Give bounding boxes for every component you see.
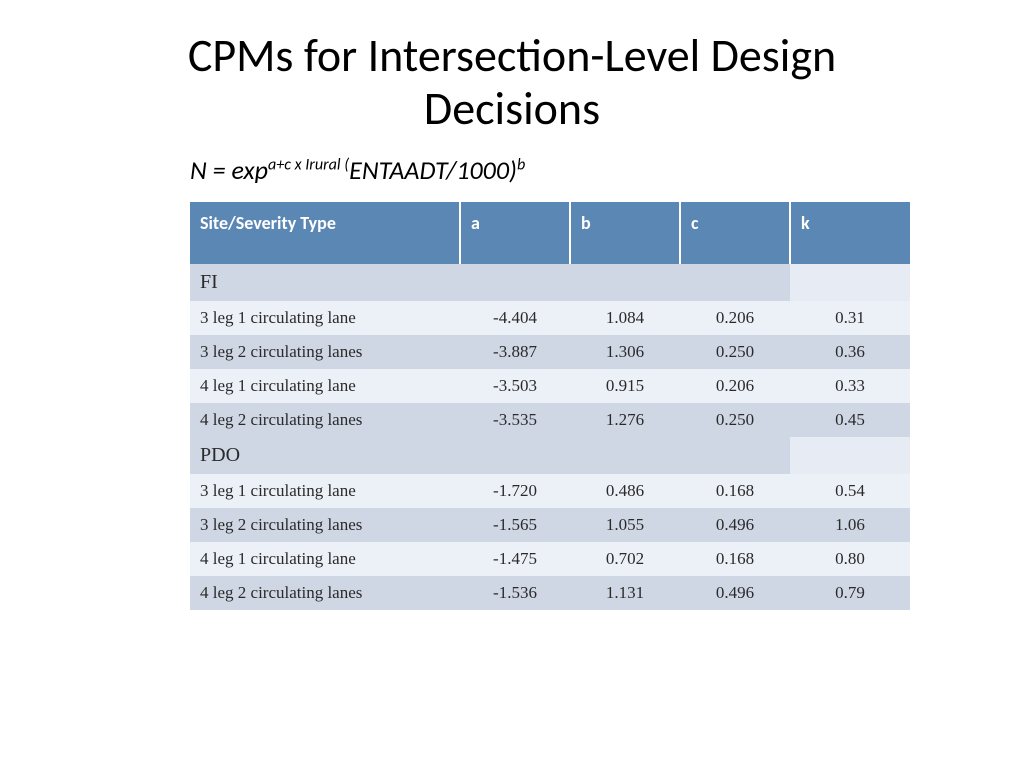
table-row: 4 leg 2 circulating lanes -1.536 1.131 0… [190,576,910,610]
cell-k: 0.33 [790,369,910,403]
cell-c: 0.250 [680,335,790,369]
cell-k: 0.31 [790,301,910,335]
section-fi-label: FI [190,264,790,301]
cell-a: -1.565 [460,508,570,542]
cell-a: -3.535 [460,403,570,437]
cell-site: 3 leg 1 circulating lane [190,474,460,508]
cell-b: 0.702 [570,542,680,576]
cell-c: 0.496 [680,508,790,542]
formula-prefix: N = exp [190,154,268,186]
cell-k: 0.54 [790,474,910,508]
header-k: k [790,202,910,264]
table-row: 3 leg 2 circulating lanes -3.887 1.306 0… [190,335,910,369]
header-b: b [570,202,680,264]
cell-k: 0.80 [790,542,910,576]
cell-c: 0.168 [680,542,790,576]
cell-c: 0.496 [680,576,790,610]
cpm-table: Site/Severity Type a b c k FI 3 leg 1 ci… [190,202,910,610]
cell-b: 0.915 [570,369,680,403]
cell-site: 3 leg 2 circulating lanes [190,508,460,542]
header-site: Site/Severity Type [190,202,460,264]
table-row: 3 leg 1 circulating lane -1.720 0.486 0.… [190,474,910,508]
cell-k: 0.45 [790,403,910,437]
header-c: c [680,202,790,264]
cell-site: 4 leg 1 circulating lane [190,542,460,576]
cell-b: 1.084 [570,301,680,335]
cell-b: 0.486 [570,474,680,508]
table-row: 4 leg 1 circulating lane -1.475 0.702 0.… [190,542,910,576]
cell-k: 1.06 [790,508,910,542]
cell-k: 0.36 [790,335,910,369]
cell-site: 3 leg 1 circulating lane [190,301,460,335]
section-fi-k [790,264,910,301]
table-row: 4 leg 2 circulating lanes -3.535 1.276 0… [190,403,910,437]
cell-a: -3.503 [460,369,570,403]
cell-site: 4 leg 2 circulating lanes [190,576,460,610]
cell-b: 1.276 [570,403,680,437]
cell-site: 4 leg 2 circulating lanes [190,403,460,437]
section-fi: FI [190,264,910,301]
cell-a: -1.475 [460,542,570,576]
table-row: 4 leg 1 circulating lane -3.503 0.915 0.… [190,369,910,403]
cell-c: 0.206 [680,301,790,335]
cell-site: 3 leg 2 circulating lanes [190,335,460,369]
formula-sup2: b [517,155,525,174]
cell-a: -1.720 [460,474,570,508]
cell-a: -3.887 [460,335,570,369]
header-a: a [460,202,570,264]
cell-c: 0.206 [680,369,790,403]
slide-title: CPMs for Intersection-Level Design Decis… [130,30,894,136]
cell-k: 0.79 [790,576,910,610]
table-header-row: Site/Severity Type a b c k [190,202,910,264]
cell-a: -1.536 [460,576,570,610]
cell-site: 4 leg 1 circulating lane [190,369,460,403]
table-row: 3 leg 2 circulating lanes -1.565 1.055 0… [190,508,910,542]
table-row: 3 leg 1 circulating lane -4.404 1.084 0.… [190,301,910,335]
formula-mid: ENTAADT/1000) [349,154,517,186]
section-pdo-label: PDO [190,437,790,474]
section-pdo: PDO [190,437,910,474]
cell-c: 0.168 [680,474,790,508]
cell-c: 0.250 [680,403,790,437]
cell-a: -4.404 [460,301,570,335]
section-pdo-k [790,437,910,474]
formula: N = expa+c x Irural (ENTAADT/1000)b [190,154,984,186]
formula-sup1: a+c x Irural ( [268,155,349,174]
cell-b: 1.131 [570,576,680,610]
cell-b: 1.055 [570,508,680,542]
cell-b: 1.306 [570,335,680,369]
